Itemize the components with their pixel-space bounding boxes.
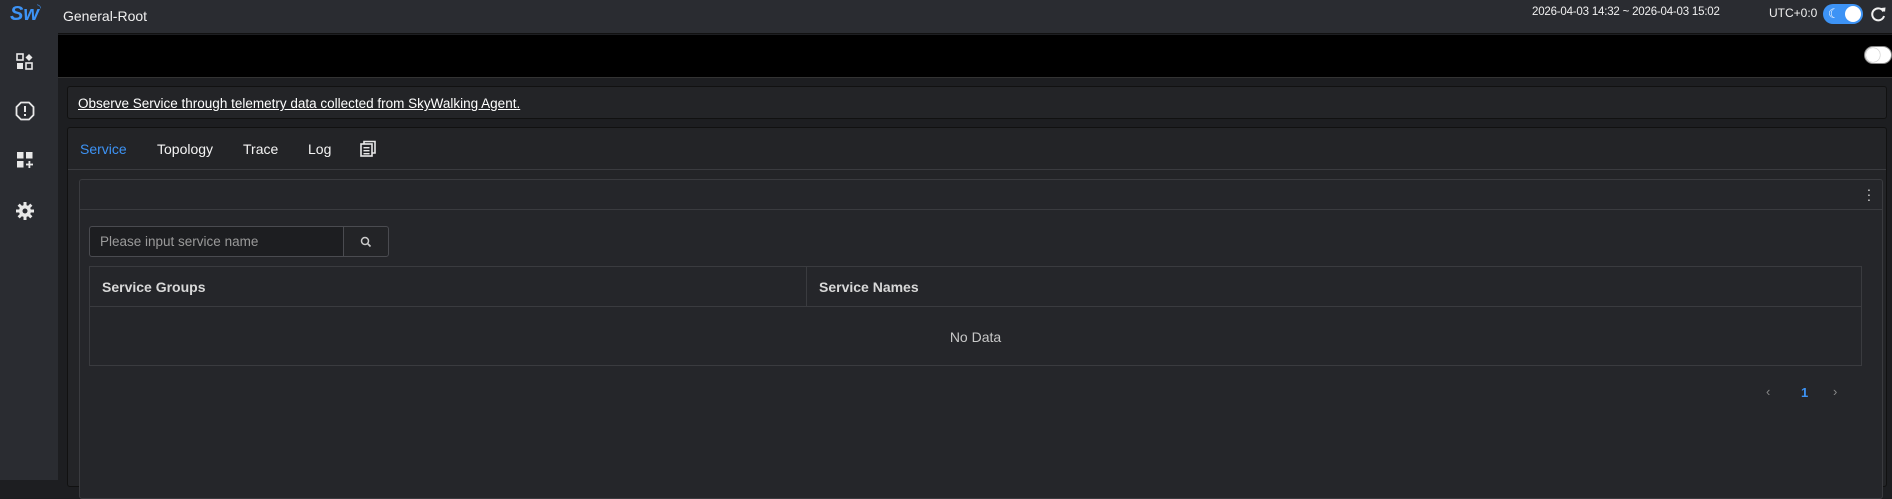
- column-header-service-names: Service Names: [807, 267, 1861, 307]
- next-page-button[interactable]: ›: [1833, 384, 1837, 399]
- tab-bar: Service Topology Trace Log: [68, 128, 1886, 170]
- theme-toggle[interactable]: ☾: [1823, 4, 1863, 24]
- toggle-knob: [1866, 48, 1880, 62]
- timezone-label[interactable]: UTC+0:0: [1769, 6, 1817, 20]
- toggle-knob: [1845, 6, 1861, 22]
- tab-trace[interactable]: Trace: [243, 141, 278, 157]
- sidebar: Sw ◝: [0, 0, 58, 480]
- tabs-panel: Service Topology Trace Log ··· Servi: [67, 127, 1887, 499]
- description-link[interactable]: Observe Service through telemetry data c…: [78, 96, 520, 111]
- gear-icon: [16, 202, 34, 220]
- page-number-current[interactable]: 1: [1801, 385, 1808, 400]
- moon-icon: ☾: [1828, 6, 1840, 21]
- time-range-picker[interactable]: 2026-04-03 14:32 ~ 2026-04-03 15:02: [1532, 6, 1720, 18]
- page-title: General-Root: [63, 8, 148, 24]
- dashboard-icon: [16, 53, 33, 70]
- pagination: ‹ 1 ›: [1766, 384, 1856, 404]
- sidebar-item-dashboard[interactable]: [13, 50, 37, 74]
- edit-mode-toggle[interactable]: [1864, 46, 1892, 64]
- column-header-service-groups: Service Groups: [90, 267, 807, 307]
- dashboard-toolbar: [58, 35, 1892, 78]
- logo-mark: ◝: [37, 3, 41, 14]
- refresh-icon[interactable]: [1869, 5, 1887, 23]
- sidebar-item-settings[interactable]: [13, 199, 37, 223]
- search-button[interactable]: [343, 226, 389, 257]
- top-bar: General-Root 2026-04-03 14:32 ~ 2026-04-…: [58, 0, 1892, 34]
- service-list-widget: ··· Service Groups Service Names No Data…: [79, 179, 1883, 499]
- tab-topology[interactable]: Topology: [157, 141, 213, 157]
- alert-icon: [15, 101, 35, 121]
- tab-service[interactable]: Service: [80, 141, 127, 157]
- widgets-icon: [17, 152, 33, 168]
- widget-header: · · ·: [80, 180, 1882, 210]
- tab-log[interactable]: Log: [308, 141, 331, 157]
- empty-state-text: No Data: [949, 329, 1002, 345]
- search-icon: [360, 236, 372, 247]
- copy-icon[interactable]: [359, 140, 377, 158]
- description-bar: Observe Service through telemetry data c…: [67, 86, 1887, 119]
- prev-page-button[interactable]: ‹: [1766, 384, 1770, 399]
- sidebar-item-marketplace[interactable]: [13, 148, 37, 172]
- service-table: Service Groups Service Names No Data: [89, 266, 1862, 366]
- sidebar-item-alerting[interactable]: [13, 99, 37, 123]
- service-search-input[interactable]: [89, 226, 343, 257]
- logo-text: Sw: [10, 3, 39, 25]
- search-box: [89, 226, 389, 257]
- more-vertical-icon[interactable]: · · ·: [1866, 182, 1872, 206]
- skywalking-logo[interactable]: Sw ◝: [10, 3, 46, 27]
